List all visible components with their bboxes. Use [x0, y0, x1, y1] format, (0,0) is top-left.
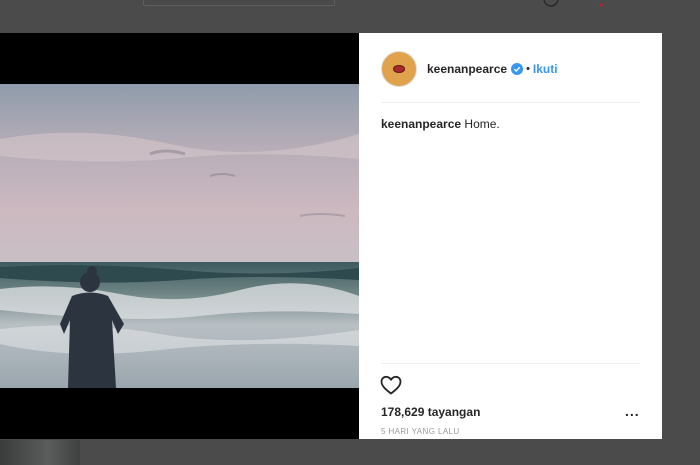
post-video[interactable]	[0, 84, 359, 388]
separator-dot: •	[526, 62, 530, 75]
background-thumbnail	[0, 440, 80, 465]
activity-heart-icon	[599, 3, 603, 7]
post-details-panel: keenanpearce • Ikuti keenanpearce Home. …	[359, 33, 662, 439]
caption-username[interactable]: keenanpearce	[381, 117, 461, 131]
avatar[interactable]	[381, 50, 417, 87]
explore-icon	[543, 0, 559, 7]
more-options-button[interactable]: ...	[625, 404, 640, 418]
like-heart-icon[interactable]	[379, 373, 403, 397]
post-media[interactable]	[0, 33, 359, 439]
caption: keenanpearce Home.	[381, 117, 500, 131]
background-search-bar	[143, 0, 335, 6]
post-timestamp[interactable]: 5 HARI YANG LALU	[381, 427, 460, 436]
profile-icon	[641, 0, 659, 8]
follow-button[interactable]: Ikuti	[533, 62, 558, 76]
username-link[interactable]: keenanpearce	[427, 62, 507, 76]
divider	[381, 102, 640, 103]
divider	[381, 363, 640, 364]
beach-scene-image	[0, 84, 359, 388]
post-header: keenanpearce • Ikuti	[381, 50, 640, 87]
caption-text: Home.	[464, 117, 500, 131]
view-count[interactable]: 178,629 tayangan	[381, 405, 480, 419]
verified-badge-icon	[511, 62, 524, 75]
